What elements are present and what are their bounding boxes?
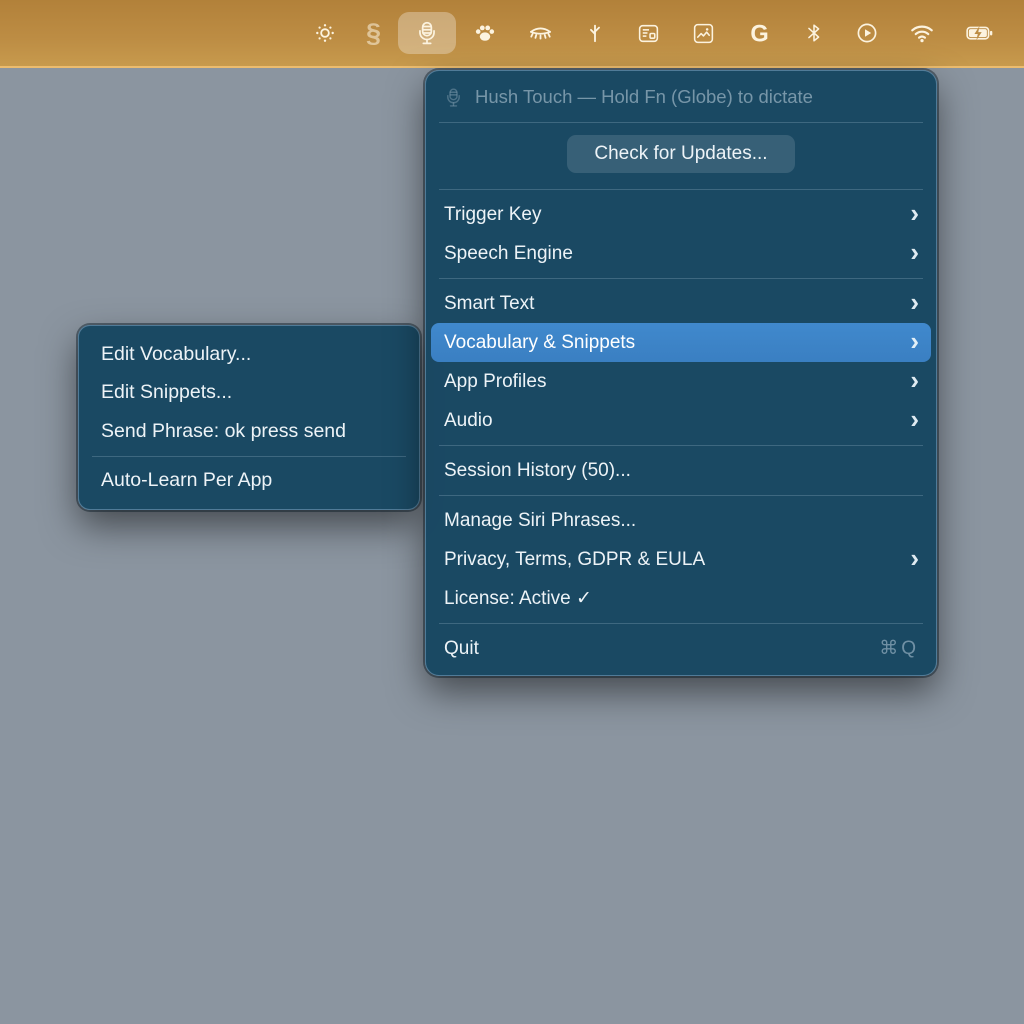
chevron-right-icon: › [910, 370, 919, 391]
menu-item-app-profiles[interactable]: App Profiles › [431, 362, 931, 401]
menu-item-label: Smart Text [444, 293, 534, 315]
menu-item-vocabulary-snippets[interactable]: Vocabulary & Snippets › [431, 323, 931, 362]
chevron-right-icon: › [910, 242, 919, 263]
quit-shortcut: ⌘Q [879, 637, 919, 660]
menu-divider [439, 495, 923, 496]
menu-item-edit-vocabulary[interactable]: Edit Vocabulary... [84, 335, 414, 374]
menu-header-title: Hush Touch — Hold Fn (Globe) to dictate [475, 86, 813, 108]
battery-charging-icon[interactable] [950, 14, 1010, 52]
menu-item-trigger-key[interactable]: Trigger Key › [431, 195, 931, 234]
menu-item-send-phrase[interactable]: Send Phrase: ok press send [84, 412, 414, 451]
menu-item-session-history[interactable]: Session History (50)... [431, 451, 931, 490]
menu-item-edit-snippets[interactable]: Edit Snippets... [84, 374, 414, 413]
chevron-right-icon: › [910, 292, 919, 313]
vocabulary-snippets-submenu: Edit Vocabulary... Edit Snippets... Send… [78, 325, 420, 510]
sprout-icon[interactable] [569, 16, 621, 50]
menu-item-label: Manage Siri Phrases... [444, 510, 636, 532]
microphone-icon[interactable] [398, 12, 456, 54]
menu-item-label: Session History (50)... [444, 460, 631, 482]
menu-item-label: Edit Vocabulary... [101, 343, 251, 366]
menu-bar: § [0, 0, 1024, 68]
svg-text:G: G [750, 21, 768, 47]
menu-item-label: Privacy, Terms, GDPR & EULA [444, 549, 705, 571]
chevron-right-icon: › [910, 203, 919, 224]
menu-item-label: Send Phrase: ok press send [101, 420, 346, 443]
menu-item-license-status[interactable]: License: Active ✓ [431, 579, 931, 618]
image-card-icon[interactable] [676, 15, 731, 52]
bluetooth-icon[interactable] [788, 16, 840, 50]
sleepy-eye-icon[interactable] [512, 14, 569, 53]
menu-item-label: Auto-Learn Per App [101, 469, 272, 492]
menu-item-privacy-terms[interactable]: Privacy, Terms, GDPR & EULA › [431, 540, 931, 579]
menu-item-audio[interactable]: Audio › [431, 401, 931, 440]
menu-item-auto-learn-per-app[interactable]: Auto-Learn Per App [84, 462, 414, 501]
menu-item-label: Quit [444, 638, 479, 660]
menu-item-label: Edit Snippets... [101, 381, 232, 404]
chevron-right-icon: › [910, 331, 919, 352]
menu-item-label: License: Active ✓ [444, 587, 592, 610]
notes-card-icon[interactable] [621, 15, 676, 52]
microphone-icon [443, 87, 464, 108]
paw-icon[interactable] [458, 15, 512, 51]
menu-item-speech-engine[interactable]: Speech Engine › [431, 234, 931, 273]
menu-item-label: Vocabulary & Snippets [444, 332, 635, 354]
g-logo-icon[interactable]: G [731, 14, 788, 53]
menu-header: Hush Touch — Hold Fn (Globe) to dictate [426, 77, 936, 117]
play-circle-icon[interactable] [840, 15, 894, 51]
menu-divider [92, 456, 406, 457]
menu-divider [439, 445, 923, 446]
menu-item-smart-text[interactable]: Smart Text › [431, 284, 931, 323]
menu-divider [439, 278, 923, 279]
update-row: Check for Updates... [426, 128, 936, 184]
menu-item-label: Speech Engine [444, 243, 573, 265]
menu-item-label: Trigger Key [444, 204, 542, 226]
wifi-icon[interactable] [894, 14, 950, 52]
menu-divider [439, 122, 923, 123]
menu-item-manage-siri-phrases[interactable]: Manage Siri Phrases... [431, 501, 931, 540]
menu-item-label: Audio [444, 410, 493, 432]
chevron-right-icon: › [910, 548, 919, 569]
menu-divider [439, 189, 923, 190]
hush-touch-menu: Hush Touch — Hold Fn (Globe) to dictate … [425, 70, 937, 676]
menu-item-label: App Profiles [444, 371, 546, 393]
brightness-icon[interactable] [299, 16, 351, 50]
squiggle-s-icon[interactable]: § [351, 14, 396, 53]
check-for-updates-button[interactable]: Check for Updates... [567, 135, 794, 173]
menu-divider [439, 623, 923, 624]
chevron-right-icon: › [910, 409, 919, 430]
squiggle-glyph: § [366, 20, 381, 47]
menu-item-quit[interactable]: Quit ⌘Q [431, 629, 931, 668]
